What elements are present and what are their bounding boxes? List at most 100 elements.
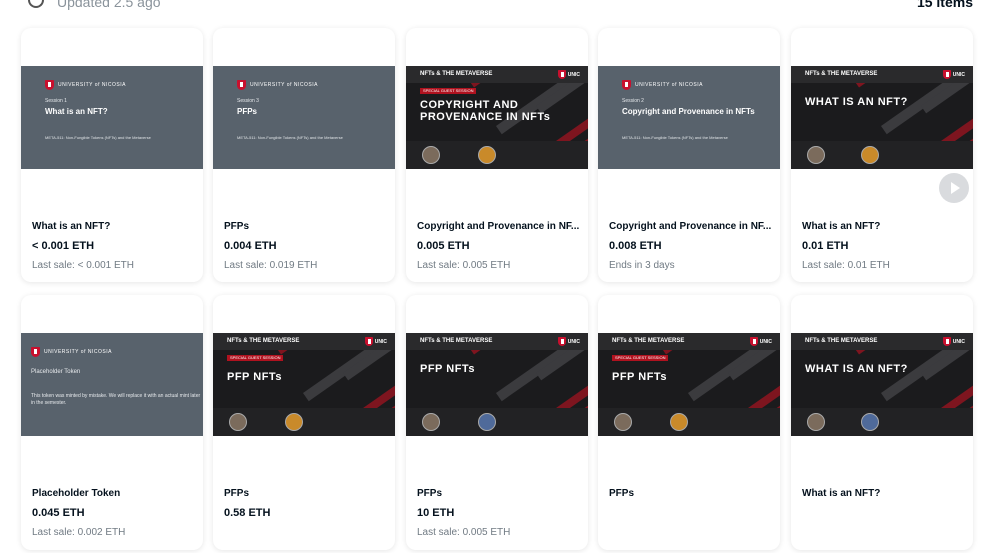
- nft-price: 0.005 ETH: [417, 240, 470, 252]
- nft-card[interactable]: NFTs & THE METAVERSE UNIC WHAT IS AN NFT? W…: [791, 28, 973, 282]
- nft-thumbnail[interactable]: NFTs & THE METAVERSE UNIC SPECIAL GUEST SE…: [406, 66, 588, 169]
- speaker-avatar: [229, 413, 247, 431]
- unic-logo: UNIC: [942, 70, 965, 79]
- nft-card[interactable]: NFTs & THE METAVERSE UNIC SPECIAL GUEST SE…: [406, 28, 588, 282]
- nft-card[interactable]: NFTs & THE METAVERSE UNIC SPECIAL GUEST SE…: [598, 295, 780, 550]
- unic-name: UNIC: [952, 338, 965, 345]
- collection-toolbar: Updated 2.5 ago 15 items: [0, 0, 989, 12]
- slide-title-line: PFP NFTs: [420, 363, 475, 375]
- speaker-bar: [598, 408, 780, 436]
- nft-name[interactable]: Placeholder Token: [32, 488, 120, 499]
- nft-thumbnail[interactable]: UNIVERSITY of NICOSIA Session 3 PFPs META-5…: [213, 66, 395, 169]
- guest-session-label: SPECIAL GUEST SESSION: [612, 355, 669, 361]
- slide-header: NFTs & THE METAVERSE UNIC: [406, 66, 588, 83]
- nft-name[interactable]: What is an NFT?: [802, 221, 880, 232]
- nft-thumbnail[interactable]: NFTs & THE METAVERSE UNIC SPECIAL GUEST SE…: [213, 333, 395, 436]
- slide-session: Session 1: [45, 98, 67, 104]
- unic-shield-icon: [942, 70, 951, 79]
- speaker-bar: [406, 408, 588, 436]
- nft-card[interactable]: NFTs & THE METAVERSE UNIC WHAT IS AN NFT? W…: [791, 295, 973, 550]
- slide-title: What is an NFT?: [45, 107, 108, 116]
- nft-thumbnail[interactable]: NFTs & THE METAVERSE UNIC PFP NFTs: [406, 333, 588, 436]
- nft-price: 0.004 ETH: [224, 240, 277, 252]
- slide-header: NFTs & THE METAVERSE UNIC: [791, 66, 973, 83]
- slide-session: Session 3: [237, 98, 259, 104]
- nft-card[interactable]: NFTs & THE METAVERSE UNIC PFP NFTs PFPs 10 E…: [406, 295, 588, 550]
- nft-card[interactable]: UNIVERSITY of NICOSIA Session 1 What is an…: [21, 28, 203, 282]
- unic-logo: UNIC: [364, 337, 387, 346]
- slide-session: Session 2: [622, 98, 644, 104]
- nft-name[interactable]: PFPs: [224, 488, 249, 499]
- slide-title-line: PFP NFTs: [612, 371, 667, 383]
- unic-shield-icon: [557, 337, 566, 346]
- nft-thumbnail[interactable]: NFTs & THE METAVERSE UNIC WHAT IS AN NFT?: [791, 333, 973, 436]
- nft-card[interactable]: UNIVERSITY of NICOSIA Placeholder Token Th…: [21, 295, 203, 550]
- slide-course: META-511: Non-Fungible Tokens (NFTs) and…: [622, 135, 728, 140]
- nft-thumbnail[interactable]: UNIVERSITY of NICOSIA Placeholder Token Th…: [21, 333, 203, 436]
- nft-name[interactable]: What is an NFT?: [802, 488, 880, 499]
- speaker-avatar: [861, 413, 879, 431]
- unic-name: UNIC: [567, 338, 580, 345]
- slide-header: NFTs & THE METAVERSE UNIC: [213, 333, 395, 350]
- slide-title-line: COPYRIGHT AND: [420, 99, 519, 111]
- slide-header: NFTs & THE METAVERSE UNIC: [406, 333, 588, 350]
- nft-card[interactable]: UNIVERSITY of NICOSIA Session 3 PFPs META-5…: [213, 28, 395, 282]
- nft-price: 0.01 ETH: [802, 240, 849, 252]
- nft-last-sale: Last sale: 0.005 ETH: [417, 527, 511, 538]
- university-shield-icon: [622, 80, 631, 90]
- guest-session-label: SPECIAL GUEST SESSION: [227, 355, 284, 361]
- nft-card[interactable]: NFTs & THE METAVERSE UNIC SPECIAL GUEST SE…: [213, 295, 395, 550]
- nft-name[interactable]: What is an NFT?: [32, 221, 110, 232]
- nft-thumbnail[interactable]: UNIVERSITY of NICOSIA Session 2 Copyright …: [598, 66, 780, 169]
- nft-name[interactable]: Copyright and Provenance in NF...: [417, 221, 579, 232]
- nft-thumbnail[interactable]: NFTs & THE METAVERSE UNIC SPECIAL GUEST SE…: [598, 333, 780, 436]
- nft-last-sale: Last sale: < 0.001 ETH: [32, 260, 135, 271]
- series-brand: NFTs & THE METAVERSE: [612, 338, 685, 344]
- nft-name[interactable]: PFPs: [609, 488, 634, 499]
- nft-price: < 0.001 ETH: [32, 240, 95, 252]
- university-logo: UNIVERSITY of NICOSIA: [31, 347, 112, 357]
- nft-price: 0.008 ETH: [609, 240, 662, 252]
- slide-description: This token was minted by mistake. We wil…: [31, 393, 201, 406]
- nft-last-sale: Ends in 3 days: [609, 260, 675, 271]
- nft-name[interactable]: PFPs: [417, 488, 442, 499]
- slide-title: Copyright and Provenance in NFTs: [622, 107, 755, 116]
- nft-name[interactable]: PFPs: [224, 221, 249, 232]
- nft-thumbnail[interactable]: UNIVERSITY of NICOSIA Session 1 What is an…: [21, 66, 203, 169]
- unic-logo: UNIC: [557, 337, 580, 346]
- unic-name: UNIC: [759, 338, 772, 345]
- slide-title: WHAT IS AN NFT?: [805, 363, 908, 375]
- slide-title: PFPs: [237, 107, 258, 116]
- slide-header: NFTs & THE METAVERSE UNIC: [791, 333, 973, 350]
- speaker-avatar: [861, 146, 879, 164]
- unic-logo: UNIC: [557, 70, 580, 79]
- university-name: UNIVERSITY of NICOSIA: [58, 82, 126, 88]
- nft-last-sale: Last sale: 0.005 ETH: [417, 260, 511, 271]
- nft-name[interactable]: Copyright and Provenance in NF...: [609, 221, 771, 232]
- university-shield-icon: [237, 80, 246, 90]
- speaker-bar: [406, 141, 588, 169]
- unic-name: UNIC: [374, 338, 387, 345]
- university-logo: UNIVERSITY of NICOSIA: [45, 80, 126, 90]
- play-icon[interactable]: [939, 173, 969, 203]
- refresh-icon[interactable]: [28, 0, 44, 8]
- speaker-avatar: [422, 146, 440, 164]
- nft-last-sale: Last sale: 0.01 ETH: [802, 260, 890, 271]
- nft-thumbnail[interactable]: NFTs & THE METAVERSE UNIC WHAT IS AN NFT?: [791, 66, 973, 169]
- slide-title-line: PFP NFTs: [227, 371, 282, 383]
- updated-timestamp: Updated 2.5 ago: [57, 0, 161, 10]
- nft-last-sale: Last sale: 0.002 ETH: [32, 527, 126, 538]
- guest-session-label: SPECIAL GUEST SESSION: [420, 88, 477, 94]
- university-name: UNIVERSITY of NICOSIA: [635, 82, 703, 88]
- unic-name: UNIC: [952, 71, 965, 78]
- slide-title: WHAT IS AN NFT?: [805, 96, 908, 108]
- speaker-avatar: [807, 413, 825, 431]
- series-brand: NFTs & THE METAVERSE: [227, 338, 300, 344]
- series-brand: NFTs & THE METAVERSE: [805, 71, 878, 77]
- slide-title: PFP NFTs: [420, 363, 475, 375]
- speaker-avatar: [285, 413, 303, 431]
- slide-title: COPYRIGHT AND PROVENANCE IN NFTs: [420, 99, 550, 123]
- speaker-avatar: [670, 413, 688, 431]
- nft-price: 0.045 ETH: [32, 507, 85, 519]
- nft-card[interactable]: UNIVERSITY of NICOSIA Session 2 Copyright …: [598, 28, 780, 282]
